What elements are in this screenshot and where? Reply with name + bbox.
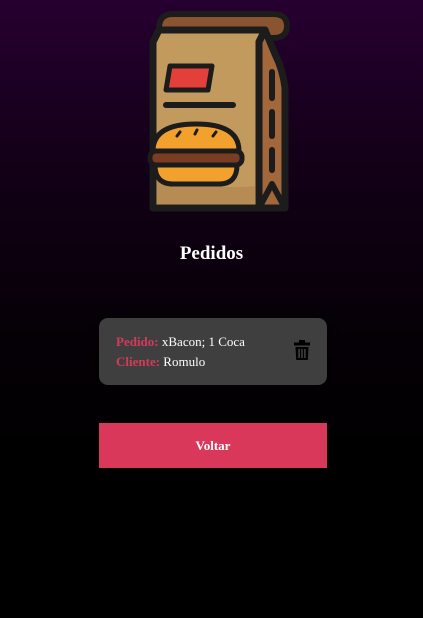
order-client-line: Cliente: Romulo [116,354,205,370]
trash-icon[interactable] [294,340,310,360]
back-button[interactable]: Voltar [99,423,327,468]
page-title: Pedidos [179,243,244,264]
burger-bag-logo-icon [147,11,290,212]
cliente-value: Romulo [163,354,206,369]
order-item-line: Pedido: xBacon; 1 Coca [116,334,245,350]
order-card: Pedido: xBacon; 1 Coca Cliente: Romulo [99,318,327,385]
cliente-label: Cliente: [116,354,161,369]
pedido-value: xBacon; 1 Coca [161,334,245,349]
pedido-label: Pedido: [116,334,159,349]
